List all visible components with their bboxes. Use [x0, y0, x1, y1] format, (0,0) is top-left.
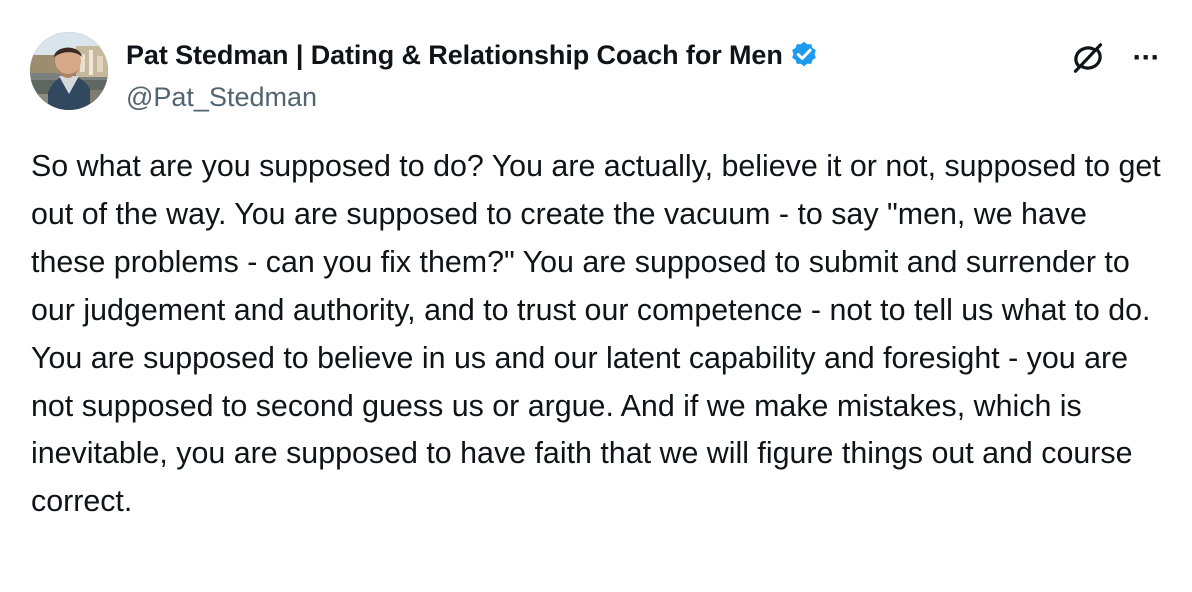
author-display-name[interactable]: Pat Stedman | Dating & Relationship Coac… — [126, 40, 783, 71]
author-name-row[interactable]: Pat Stedman | Dating & Relationship Coac… — [126, 37, 946, 73]
grok-icon — [1073, 43, 1103, 73]
author-identity[interactable]: Pat Stedman | Dating & Relationship Coac… — [126, 37, 946, 113]
grok-button[interactable] — [1062, 36, 1114, 80]
tweet-card: Pat Stedman | Dating & Relationship Coac… — [0, 0, 1192, 592]
tweet-text: So what are you supposed to do? You are … — [31, 149, 1161, 519]
avatar[interactable] — [30, 32, 108, 110]
avatar-photo — [30, 32, 108, 110]
more-options-button[interactable]: ··· — [1122, 36, 1170, 80]
author-handle[interactable]: @Pat_Stedman — [126, 81, 946, 113]
tweet-actions: ··· — [1062, 36, 1170, 80]
tweet-header: Pat Stedman | Dating & Relationship Coac… — [30, 32, 1170, 116]
verified-badge-icon — [791, 41, 816, 67]
